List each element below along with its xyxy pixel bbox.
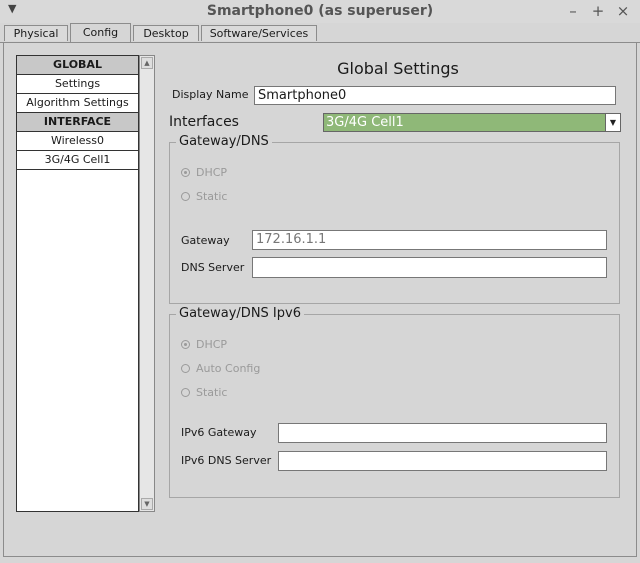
sidebar-scrollbar[interactable]: ▲ ▼: [139, 55, 155, 512]
ipv6-dhcp-radio[interactable]: DHCP: [181, 338, 227, 351]
maximize-icon[interactable]: +: [590, 2, 606, 20]
scroll-up-icon[interactable]: ▲: [141, 57, 153, 69]
ipv6-gateway-field[interactable]: [278, 423, 607, 443]
gateway-static-radio[interactable]: Static: [181, 190, 227, 203]
tab-software-services[interactable]: Software/Services: [201, 25, 317, 41]
chevron-down-icon[interactable]: ▼: [605, 114, 620, 131]
radio-unselected-icon: [181, 364, 190, 373]
radio-unselected-icon: [181, 388, 190, 397]
display-name-field[interactable]: Smartphone0: [254, 86, 616, 105]
window-title: Smartphone0 (as superuser): [206, 3, 434, 19]
gateway-static-label: Static: [196, 190, 228, 203]
ipv6-dhcp-label: DHCP: [196, 338, 228, 351]
radio-unselected-icon: [181, 192, 190, 201]
ipv6-static-radio[interactable]: Static: [181, 386, 227, 399]
sidebar-item-settings[interactable]: Settings: [17, 75, 138, 94]
gateway-dhcp-label: DHCP: [196, 166, 228, 179]
scroll-down-icon[interactable]: ▼: [141, 498, 153, 510]
display-name-label: Display Name: [172, 88, 249, 101]
gateway-field[interactable]: 172.16.1.1: [252, 230, 607, 250]
ipv6-auto-config-radio[interactable]: Auto Config: [181, 362, 260, 375]
dns-server-field[interactable]: [252, 257, 607, 278]
gateway-label: Gateway: [181, 234, 230, 247]
sidebar-header-global: GLOBAL: [17, 56, 138, 75]
interfaces-label: Interfaces: [169, 114, 239, 130]
ipv6-dns-server-field[interactable]: [278, 451, 607, 471]
sidebar-header-interface: INTERFACE: [17, 113, 138, 132]
dns-server-label: DNS Server: [181, 261, 245, 274]
sidebar-list: GLOBAL Settings Algorithm Settings INTER…: [16, 55, 139, 512]
radio-selected-icon: [181, 340, 190, 349]
radio-selected-icon: [181, 168, 190, 177]
interfaces-dropdown[interactable]: 3G/4G Cell1 ▼: [323, 113, 621, 132]
close-icon[interactable]: ×: [615, 2, 631, 20]
sidebar-item-3g-4g-cell1[interactable]: 3G/4G Cell1: [17, 151, 138, 170]
gateway-dns-title: Gateway/DNS: [176, 134, 272, 149]
sidebar-item-wireless0[interactable]: Wireless0: [17, 132, 138, 151]
ipv6-auto-config-label: Auto Config: [196, 362, 261, 375]
tab-desktop[interactable]: Desktop: [133, 25, 199, 41]
sidebar-item-algorithm-settings[interactable]: Algorithm Settings: [17, 94, 138, 113]
tab-physical[interactable]: Physical: [4, 25, 68, 41]
title-bar: ▼ Smartphone0 (as superuser) – + ×: [0, 0, 640, 23]
interfaces-selected-value: 3G/4G Cell1: [326, 115, 404, 130]
ipv6-gateway-label: IPv6 Gateway: [181, 426, 257, 439]
gateway-dns-ipv6-title: Gateway/DNS Ipv6: [176, 306, 304, 321]
gateway-dns-group: [169, 142, 620, 304]
gateway-dhcp-radio[interactable]: DHCP: [181, 166, 227, 179]
page-title: Global Settings: [337, 59, 459, 78]
ipv6-static-label: Static: [196, 386, 228, 399]
minimize-icon[interactable]: –: [565, 2, 581, 20]
tab-config[interactable]: Config: [70, 23, 131, 43]
ipv6-dns-server-label: IPv6 DNS Server: [181, 454, 272, 467]
